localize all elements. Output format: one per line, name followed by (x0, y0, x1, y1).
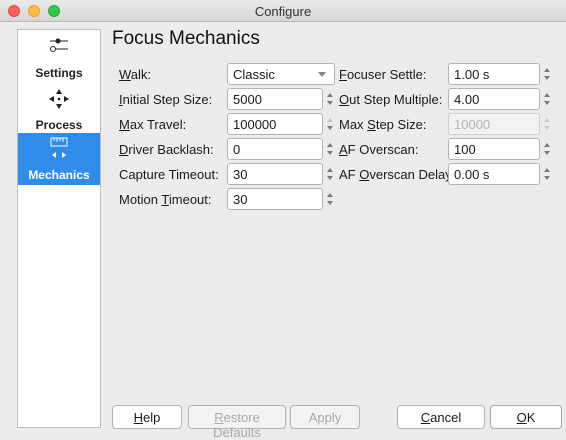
chevron-down-icon (318, 72, 326, 77)
sidebar-item-settings[interactable]: Settings (18, 30, 100, 82)
ruler-icon (50, 137, 68, 158)
driver-backlash-stepper[interactable] (324, 138, 336, 160)
capture-timeout-stepper[interactable] (324, 163, 336, 185)
max-step-size-stepper (541, 113, 553, 135)
walk-combobox[interactable]: Classic (227, 63, 335, 85)
af-overscan-delay-label: AF Overscan Delay: (339, 167, 456, 182)
af-overscan-label: AF Overscan: (339, 142, 419, 157)
walk-label: Walk: (119, 67, 152, 82)
ok-button[interactable]: OK (490, 405, 562, 429)
move-arrows-icon (49, 89, 69, 109)
driver-backlash-input[interactable]: 0 (227, 138, 323, 160)
sidebar-item-label: Process (35, 118, 83, 132)
configure-window: Configure Settings Process Mechanics Foc… (0, 0, 566, 440)
af-overscan-stepper[interactable] (541, 138, 553, 160)
cancel-button[interactable]: Cancel (397, 405, 485, 429)
initial-step-size-stepper[interactable] (324, 88, 336, 110)
max-travel-stepper[interactable] (324, 113, 336, 135)
max-step-size-label: Max Step Size: (339, 117, 427, 132)
window-title: Configure (254, 4, 312, 19)
motion-timeout-stepper[interactable] (324, 188, 336, 210)
af-overscan-delay-input[interactable]: 0.00 s (448, 163, 540, 185)
page-title: Focus Mechanics (112, 28, 260, 49)
af-overscan-input[interactable]: 100 (448, 138, 540, 160)
out-step-multiple-label: Out Step Multiple: (339, 92, 443, 107)
focuser-settle-label: Focuser Settle: (339, 67, 427, 82)
title-bar: Configure (0, 0, 566, 22)
max-travel-input[interactable]: 100000 (227, 113, 323, 135)
sliders-icon (50, 38, 68, 52)
driver-backlash-label: Driver Backlash: (119, 142, 214, 157)
capture-timeout-label: Capture Timeout: (119, 167, 219, 182)
sidebar-item-mechanics[interactable]: Mechanics (18, 133, 100, 185)
motion-timeout-input[interactable]: 30 (227, 188, 323, 210)
initial-step-size-input[interactable]: 5000 (227, 88, 323, 110)
focuser-settle-stepper[interactable] (541, 63, 553, 85)
capture-timeout-input[interactable]: 30 (227, 163, 323, 185)
af-overscan-delay-stepper[interactable] (541, 163, 553, 185)
restore-defaults-button[interactable]: Restore Defaults (188, 405, 286, 440)
focuser-settle-input[interactable]: 1.00 s (448, 63, 540, 85)
motion-timeout-label: Motion Timeout: (119, 192, 212, 207)
sidebar-item-process[interactable]: Process (18, 85, 100, 133)
sidebar-item-label: Settings (35, 66, 83, 80)
max-step-size-input: 10000 (448, 113, 540, 135)
sidebar-item-label: Mechanics (28, 168, 90, 182)
out-step-multiple-input[interactable]: 4.00 (448, 88, 540, 110)
max-travel-label: Max Travel: (119, 117, 187, 132)
apply-button[interactable]: Apply (290, 405, 360, 429)
help-button[interactable]: Help (112, 405, 182, 429)
sidebar: Settings Process Mechanics (17, 29, 101, 428)
initial-step-size-label: Initial Step Size: (119, 92, 213, 107)
out-step-multiple-stepper[interactable] (541, 88, 553, 110)
